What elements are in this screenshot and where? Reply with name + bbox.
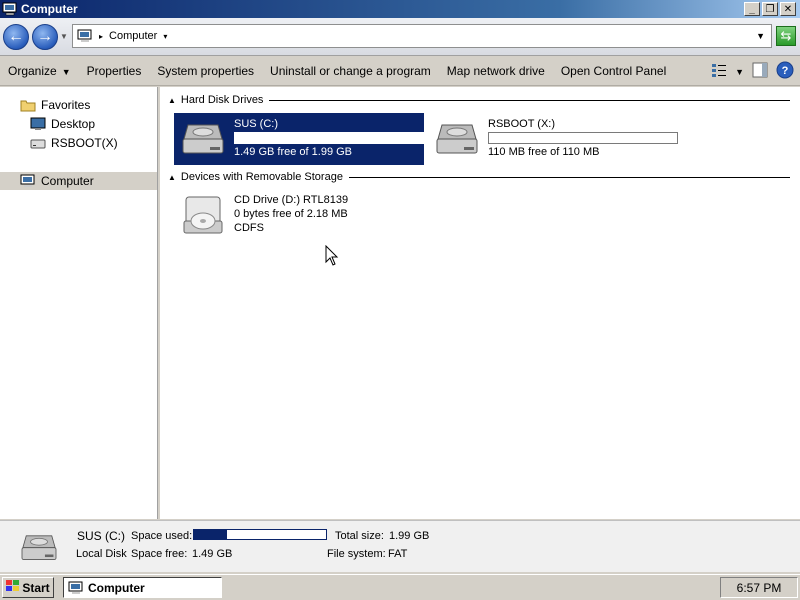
address-history-dropdown[interactable]: ▼ (756, 31, 765, 41)
properties-button[interactable]: Properties (79, 64, 150, 78)
space-free-label: Space free: (131, 548, 188, 560)
hard-drive-icon (434, 117, 482, 165)
title-bar: Computer _ ❐ ✕ (0, 0, 800, 18)
taskbar-item-label: Computer (88, 580, 145, 595)
recent-pages-dropdown[interactable]: ▼ (60, 32, 68, 41)
windows-logo-icon (6, 580, 20, 595)
collapse-icon[interactable]: ▲ (168, 96, 176, 105)
details-pane: SUS (C:) Space used: Total size: 1.99 GB… (0, 520, 800, 572)
divider (269, 99, 790, 101)
nav-computer-label: Computer (41, 174, 94, 188)
system-properties-button[interactable]: System properties (149, 64, 262, 78)
chevron-down-icon: ▼ (61, 67, 71, 77)
file-system-label: File system: (327, 548, 386, 560)
drive-file-system: CDFS (234, 222, 264, 234)
start-label: Start (22, 580, 50, 595)
drive-sus-c[interactable]: SUS (C:) 1.49 GB free of 1.99 GB (174, 113, 424, 165)
views-dropdown[interactable]: ▼ (735, 67, 744, 77)
computer-icon (77, 29, 93, 43)
hard-drive-icon (18, 529, 60, 566)
system-tray-clock[interactable]: 6:57 PM (720, 577, 798, 598)
forward-button[interactable]: → (32, 23, 58, 50)
nav-favorites-label: Favorites (41, 98, 91, 112)
map-network-drive-button[interactable]: Map network drive (439, 64, 553, 78)
drive-free-space: 110 MB free of 110 MB (488, 146, 600, 158)
nav-desktop[interactable]: Desktop (30, 115, 95, 133)
drive-name: SUS (C:) (234, 118, 278, 130)
drive-name: RSBOOT (X:) (488, 118, 556, 130)
hard-drive-icon (180, 117, 228, 165)
command-bar: Organize ▼ Properties System properties U… (0, 57, 800, 86)
computer-icon (20, 174, 36, 188)
chevron-right-icon[interactable]: ▸ (99, 32, 103, 41)
refresh-button[interactable]: ⇆ (776, 26, 796, 46)
drive-free-space: 1.49 GB free of 1.99 GB (234, 146, 353, 158)
mouse-cursor-icon (325, 244, 339, 267)
help-icon[interactable]: ? (776, 61, 794, 82)
drive-name: CD Drive (D:) RTL8139 (234, 194, 349, 206)
cd-drive-icon (180, 193, 228, 241)
space-used-bar-fill (194, 530, 227, 539)
maximize-button[interactable]: ❐ (762, 2, 778, 16)
space-used-bar (193, 529, 327, 540)
computer-icon (68, 581, 84, 595)
drive-free-space: 0 bytes free of 2.18 MB (234, 208, 348, 220)
group-hard-disk-drives[interactable]: ▲ Hard Disk Drives (168, 94, 790, 106)
space-used-label: Space used: (131, 530, 193, 542)
total-size-value: 1.99 GB (389, 530, 430, 542)
window-title: Computer (21, 2, 78, 16)
organize-button[interactable]: Organize ▼ (0, 64, 79, 78)
start-button[interactable]: Start (2, 577, 54, 598)
divider (348, 176, 790, 178)
views-icon[interactable] (711, 63, 727, 80)
details-drive-type: Local Disk (76, 548, 127, 560)
content-pane: ▲ Hard Disk Drives SUS (C:) 1.49 GB free… (160, 87, 800, 519)
uninstall-program-button[interactable]: Uninstall or change a program (262, 64, 439, 78)
drive-cd-d[interactable]: CD Drive (D:) RTL8139 0 bytes free of 2.… (174, 189, 394, 241)
close-button[interactable]: ✕ (780, 2, 796, 16)
nav-rsboot[interactable]: RSBOOT(X) (30, 134, 118, 152)
group-removable-label: Devices with Removable Storage (180, 171, 343, 183)
usage-bar (234, 132, 424, 144)
file-system-value: FAT (388, 548, 408, 560)
group-hdd-label: Hard Disk Drives (180, 94, 264, 106)
usage-bar-fill (235, 133, 282, 143)
breadcrumb-computer[interactable]: Computer (109, 30, 157, 42)
preview-pane-icon[interactable] (752, 62, 768, 81)
folder-icon (20, 98, 36, 112)
total-size-label: Total size: (335, 530, 384, 542)
usage-bar (488, 132, 678, 144)
nav-rsboot-label: RSBOOT(X) (51, 136, 118, 150)
nav-desktop-label: Desktop (51, 117, 96, 131)
computer-icon (2, 2, 18, 16)
nav-computer[interactable]: Computer (0, 172, 157, 190)
svg-text:?: ? (782, 65, 789, 77)
open-control-panel-button[interactable]: Open Control Panel (553, 64, 674, 78)
taskbar: Start Computer 6:57 PM (0, 574, 800, 600)
navigation-pane: Favorites Desktop RSBOOT(X) Computer (0, 87, 158, 519)
space-free-value: 1.49 GB (192, 548, 233, 560)
minimize-button[interactable]: _ (744, 2, 760, 16)
group-removable-storage[interactable]: ▲ Devices with Removable Storage (168, 171, 790, 183)
desktop-icon (30, 117, 46, 131)
address-field[interactable]: ▸ Computer ▾ ▼ (72, 24, 772, 48)
drive-rsboot-x[interactable]: RSBOOT (X:) 110 MB free of 110 MB (428, 113, 688, 165)
address-bar: ← → ▼ ▸ Computer ▾ ▼ ⇆ (0, 18, 800, 56)
details-drive-name: SUS (C:) (77, 529, 125, 543)
chevron-down-icon[interactable]: ▾ (163, 32, 167, 41)
taskbar-item-computer[interactable]: Computer (63, 577, 222, 598)
drive-icon (30, 136, 46, 150)
back-button[interactable]: ← (3, 23, 29, 50)
collapse-icon[interactable]: ▲ (168, 173, 176, 182)
nav-favorites[interactable]: Favorites (20, 96, 90, 114)
